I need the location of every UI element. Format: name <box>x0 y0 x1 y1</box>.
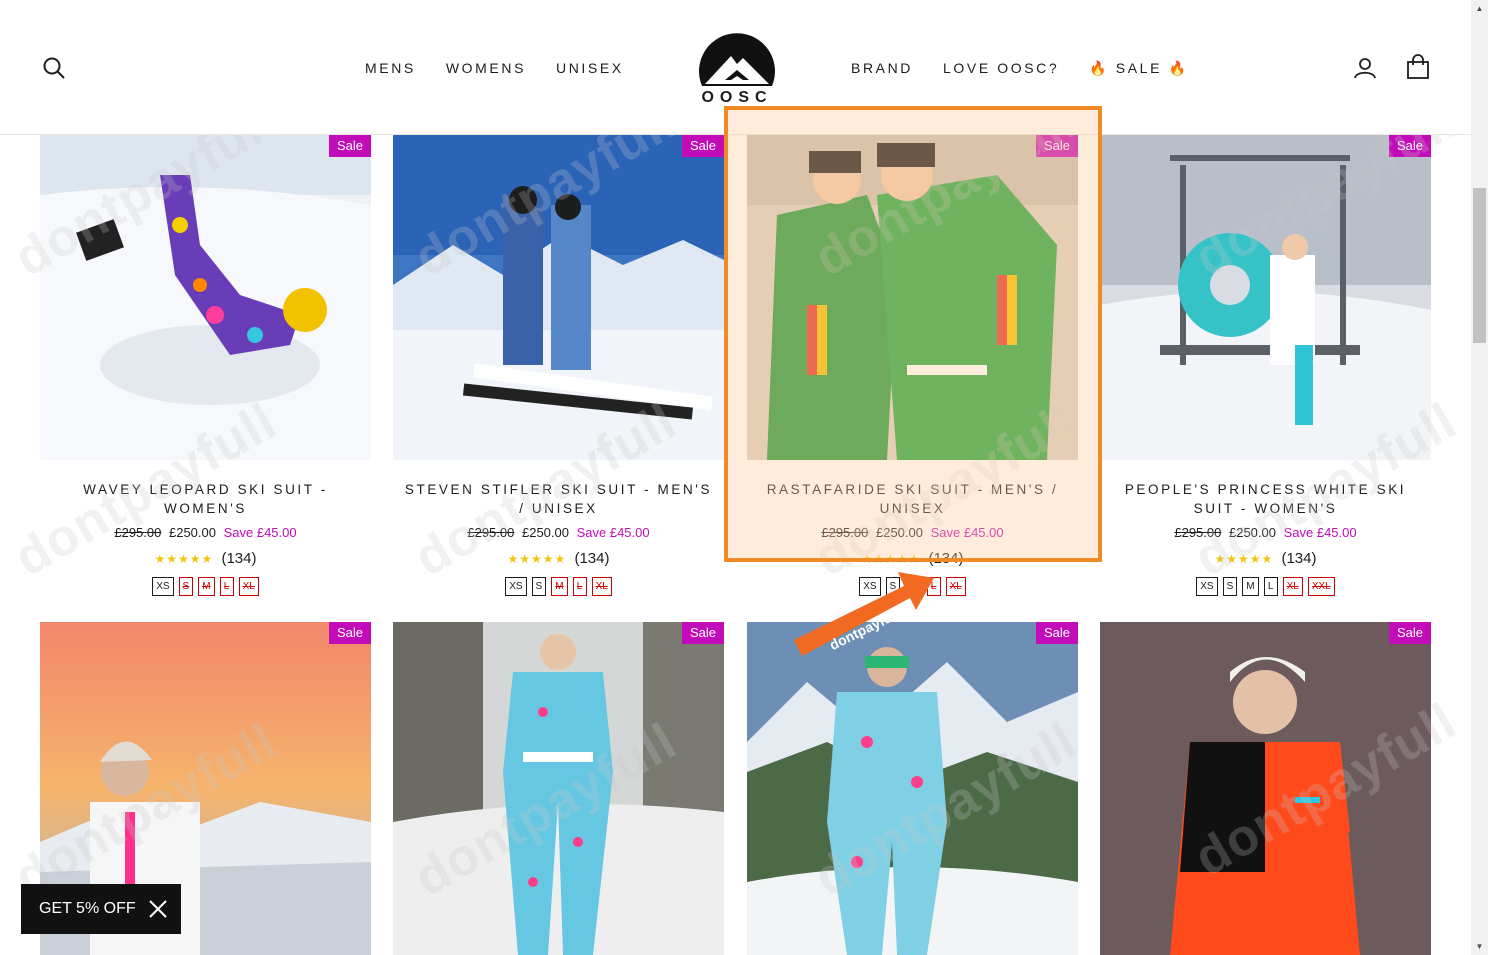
size-option-xs[interactable]: XS <box>505 577 527 596</box>
site-header: MENS WOMENS UNISEX OOSC BRAND LOVE OOSC?… <box>0 0 1471 135</box>
close-icon[interactable] <box>147 898 169 920</box>
sale-badge: Sale <box>328 622 371 644</box>
nav-item-love-oosc[interactable]: LOVE OOSC? <box>928 60 1074 77</box>
product-price: £295.00 £250.00 Save £45.00 <box>1100 525 1431 540</box>
product-rating: ★★★★★ (134) <box>40 550 371 567</box>
product-image[interactable]: Sale <box>747 135 1078 460</box>
nav-item-sale[interactable]: 🔥 SALE 🔥 <box>1074 60 1203 77</box>
scrollbar-thumb[interactable] <box>1473 188 1486 343</box>
user-icon[interactable] <box>1350 53 1380 83</box>
nav-item-unisex[interactable]: UNISEX <box>541 60 639 76</box>
dontpayfull-arrow-icon: dontpayfull <box>794 572 934 656</box>
size-option-xxl[interactable]: XXL <box>1307 577 1335 596</box>
scroll-down-icon[interactable]: ▼ <box>1471 938 1488 955</box>
product-image[interactable]: Sale <box>1100 622 1431 955</box>
discount-label[interactable]: GET 5% OFF <box>39 900 136 918</box>
star-rating-icon: ★★★★★ <box>154 552 214 566</box>
was-price: £295.00 <box>821 525 869 540</box>
logo-text: OOSC <box>701 89 773 106</box>
sale-price: £250.00 <box>521 525 569 540</box>
product-rating: ★★★★★ (134) <box>1100 550 1431 567</box>
size-option-xs[interactable]: XS <box>152 577 174 596</box>
sale-price: £250.00 <box>168 525 216 540</box>
size-option-xl[interactable]: XL <box>1282 577 1303 596</box>
product-rating: ★★★★★ (134) <box>393 550 724 567</box>
nav-right: BRAND LOVE OOSC? 🔥 SALE 🔥 <box>836 60 1204 77</box>
product-card[interactable]: Sale <box>393 622 724 955</box>
size-option-s[interactable]: S <box>531 577 547 596</box>
saving-text: Save £45.00 <box>576 525 650 540</box>
sale-price: £250.00 <box>1228 525 1276 540</box>
saving-text: Save £45.00 <box>223 525 297 540</box>
sale-badge: Sale <box>328 135 371 157</box>
star-rating-icon: ★★★★★ <box>507 552 567 566</box>
product-price: £295.00 £250.00 Save £45.00 <box>393 525 724 540</box>
size-list: XSSMLXL <box>393 577 724 596</box>
saving-text: Save £45.00 <box>1283 525 1357 540</box>
size-option-xl[interactable]: XL <box>945 577 966 596</box>
page-scrollbar[interactable]: ▲ ▼ <box>1471 0 1488 955</box>
size-list: XSSMLXL <box>40 577 371 596</box>
review-count: (134) <box>1281 550 1317 567</box>
product-image[interactable]: Sale <box>393 622 724 955</box>
product-grid: Sale WAVEY LEOPARD SKI SUIT - WOMEN'S £2… <box>40 135 1432 955</box>
was-price: £295.00 <box>114 525 162 540</box>
sale-badge: Sale <box>1035 135 1078 157</box>
product-price: £295.00 £250.00 Save £45.00 <box>747 525 1078 540</box>
sale-badge: Sale <box>681 135 724 157</box>
review-count: (134) <box>574 550 610 567</box>
cart-icon[interactable] <box>1403 52 1433 82</box>
discount-popup[interactable]: GET 5% OFF <box>21 884 181 934</box>
size-option-l[interactable]: L <box>1263 577 1278 596</box>
product-title[interactable]: RASTAFARIDE SKI SUIT - MEN'S / UNISEX <box>747 480 1078 518</box>
product-image[interactable]: Sale <box>1100 135 1431 460</box>
sale-badge: Sale <box>681 622 724 644</box>
size-option-m[interactable]: M <box>551 577 568 596</box>
was-price: £295.00 <box>1174 525 1222 540</box>
size-option-s[interactable]: S <box>178 577 194 596</box>
product-price: £295.00 £250.00 Save £45.00 <box>40 525 371 540</box>
product-image[interactable]: Sale <box>747 622 1078 955</box>
size-option-m[interactable]: M <box>198 577 215 596</box>
saving-text: Save £45.00 <box>930 525 1004 540</box>
size-option-xl[interactable]: XL <box>238 577 259 596</box>
size-option-xs[interactable]: XS <box>1196 577 1218 596</box>
sale-badge: Sale <box>1388 622 1431 644</box>
review-count: (134) <box>221 550 257 567</box>
product-card[interactable]: Sale <box>747 622 1078 955</box>
sale-badge: Sale <box>1035 622 1078 644</box>
product-title[interactable]: PEOPLE'S PRINCESS WHITE SKI SUIT - WOMEN… <box>1100 480 1431 518</box>
product-card[interactable]: Sale RASTAFARIDE SKI SUIT - MEN'S / UNIS… <box>747 135 1078 596</box>
product-image[interactable]: Sale <box>393 135 724 460</box>
sale-price: £250.00 <box>875 525 923 540</box>
product-card[interactable]: Sale PEOPLE'S PRINCESS WHITE SKI SUIT - … <box>1100 135 1431 596</box>
product-card[interactable]: Sale STEVEN STIFLER SKI SUIT - MEN'S / U… <box>393 135 724 596</box>
product-title[interactable]: WAVEY LEOPARD SKI SUIT - WOMEN'S <box>40 480 371 518</box>
size-option-l[interactable]: L <box>219 577 234 596</box>
product-title[interactable]: STEVEN STIFLER SKI SUIT - MEN'S / UNISEX <box>393 480 724 518</box>
product-image[interactable]: Sale <box>40 135 371 460</box>
sale-badge: Sale <box>1388 135 1431 157</box>
star-rating-icon: ★★★★★ <box>1214 552 1274 566</box>
nav-item-womens[interactable]: WOMENS <box>431 60 541 76</box>
nav-left: MENS WOMENS UNISEX <box>350 60 639 76</box>
was-price: £295.00 <box>467 525 515 540</box>
nav-item-brand[interactable]: BRAND <box>836 60 928 77</box>
scroll-up-icon[interactable]: ▲ <box>1471 0 1488 17</box>
size-option-xl[interactable]: XL <box>591 577 612 596</box>
product-card[interactable]: Sale WAVEY LEOPARD SKI SUIT - WOMEN'S £2… <box>40 135 371 596</box>
product-card[interactable]: Sale <box>1100 622 1431 955</box>
size-option-l[interactable]: L <box>572 577 587 596</box>
size-list: XS S M L XL XXL <box>1100 577 1431 596</box>
search-icon[interactable] <box>39 53 69 83</box>
nav-item-mens[interactable]: MENS <box>350 60 431 76</box>
size-option-m[interactable]: M <box>1242 577 1259 596</box>
size-option-s[interactable]: S <box>1222 577 1238 596</box>
